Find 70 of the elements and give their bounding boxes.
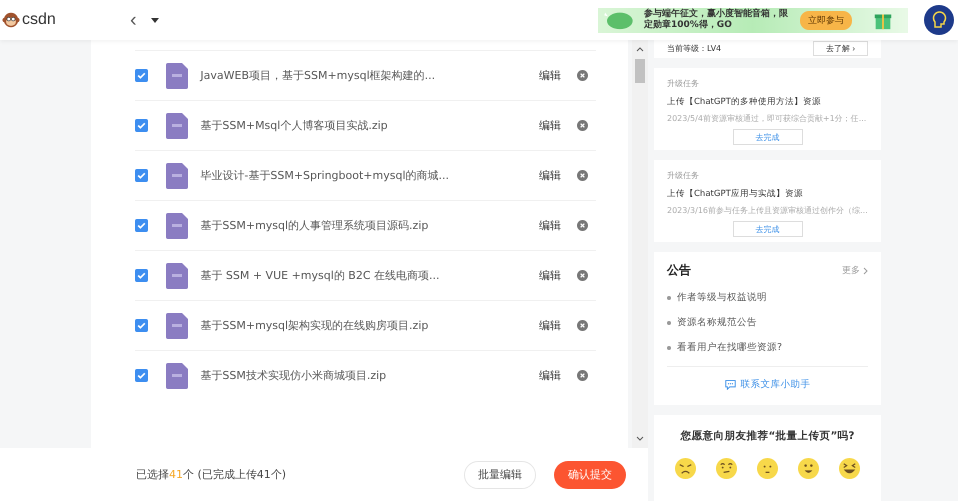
learn-more-button[interactable]: 去了解 › xyxy=(813,40,868,56)
zip-file-icon xyxy=(166,262,188,288)
edit-link[interactable]: 编辑 xyxy=(539,268,562,283)
file-name: 基于SSM+mysql的人事管理系统项目源码.zip xyxy=(200,218,430,233)
remove-icon[interactable] xyxy=(577,320,588,331)
file-name: 基于 SSM + VUE +mysql的 B2C 在线电商项... xyxy=(200,268,440,283)
remove-icon[interactable] xyxy=(577,120,588,131)
survey-question: 您愿意向朋友推荐“批量上传页”吗? xyxy=(680,429,854,443)
scrollbar[interactable] xyxy=(632,40,648,448)
task-tag: 升级任务 xyxy=(667,170,868,181)
checkbox[interactable] xyxy=(135,219,148,232)
notice-title: 公告 xyxy=(667,262,691,279)
scroll-down-icon[interactable] xyxy=(636,436,644,441)
checkbox[interactable] xyxy=(135,169,148,182)
bullet-icon xyxy=(667,346,671,350)
task-description: 2023/3/16前参与任务上传且资源审核通过创作分（综... xyxy=(667,205,868,216)
file-name: 基于SSM技术实现仿小米商城项目.zip xyxy=(200,368,388,383)
file-name: JavaWEB项目，基于SSM+mysql框架构建的... xyxy=(200,68,436,83)
promo-banner[interactable]: 参与端午征文，赢小度智能音箱，限定勋章100%得，GO 立即参与 xyxy=(598,8,908,32)
edit-link[interactable]: 编辑 xyxy=(539,118,562,133)
laughing-face-icon[interactable] xyxy=(838,457,861,480)
scroll-up-icon[interactable] xyxy=(636,47,644,52)
file-name: 毕业设计-基于SSM+Springboot+mysql的商城... xyxy=(200,168,450,183)
edit-link[interactable]: 编辑 xyxy=(539,368,562,383)
join-button[interactable]: 立即参与 xyxy=(800,10,852,30)
bullet-icon xyxy=(667,320,671,324)
scroll-thumb[interactable] xyxy=(635,59,646,83)
zip-file-icon xyxy=(166,112,188,138)
edit-link[interactable]: 编辑 xyxy=(539,68,562,83)
checkbox[interactable] xyxy=(135,69,148,82)
task-description: 2023/5/4前资源审核通过，即可获综合贡献+1分；任... xyxy=(667,113,868,124)
remove-icon[interactable] xyxy=(577,270,588,281)
edit-link[interactable]: 编辑 xyxy=(539,168,562,183)
smiling-face-icon[interactable] xyxy=(797,457,820,480)
edit-link[interactable]: 编辑 xyxy=(539,218,562,233)
notice-link[interactable]: 看看用户在找哪些资源? xyxy=(677,341,782,354)
chevron-right-icon[interactable] xyxy=(863,266,868,274)
logo-text[interactable]: csdn xyxy=(22,11,56,29)
checkbox[interactable] xyxy=(135,119,148,132)
edit-link[interactable]: 编辑 xyxy=(539,318,562,333)
level-text: 当前等级：LV4 xyxy=(667,42,722,54)
checkbox[interactable] xyxy=(135,369,148,382)
notice-link[interactable]: 作者等级与权益说明 xyxy=(677,291,767,304)
file-name: 基于SSM+mysql架构实现的在线购房项目.zip xyxy=(200,318,430,333)
caret-icon[interactable] xyxy=(150,18,159,22)
remove-icon[interactable] xyxy=(577,370,588,381)
zip-file-icon xyxy=(166,62,188,88)
checkbox[interactable] xyxy=(135,269,148,282)
file-name: 基于SSM+Msql个人博客项目实战.zip xyxy=(200,118,389,133)
zip-file-icon xyxy=(166,212,188,238)
angry-face-icon[interactable] xyxy=(674,457,697,480)
zip-file-icon xyxy=(166,162,188,188)
banner-text: 参与端午征文，赢小度智能音箱，限定勋章100%得，GO xyxy=(644,9,789,31)
notice-link[interactable]: 资源名称规范公告 xyxy=(677,316,757,329)
checkbox[interactable] xyxy=(135,319,148,332)
task-tag: 升级任务 xyxy=(667,78,868,89)
zip-file-icon xyxy=(166,312,188,338)
unsure-face-icon[interactable] xyxy=(715,457,738,480)
batch-edit-button[interactable]: 批量编辑 xyxy=(464,460,536,488)
zip-file-icon xyxy=(166,362,188,388)
task-title: 上传【ChatGPT的多种使用方法】资源 xyxy=(667,96,822,108)
task-title: 上传【ChatGPT应用与实战】资源 xyxy=(667,188,804,200)
neutral-face-icon[interactable] xyxy=(756,457,779,480)
remove-icon[interactable] xyxy=(577,170,588,181)
remove-icon[interactable] xyxy=(577,70,588,81)
chat-icon xyxy=(724,378,736,390)
bullet-icon xyxy=(667,296,671,300)
remove-icon[interactable] xyxy=(577,220,588,231)
back-button[interactable]: ‹ xyxy=(126,8,141,32)
selection-summary: 已选择41个 (已完成上传41个) xyxy=(136,467,286,482)
